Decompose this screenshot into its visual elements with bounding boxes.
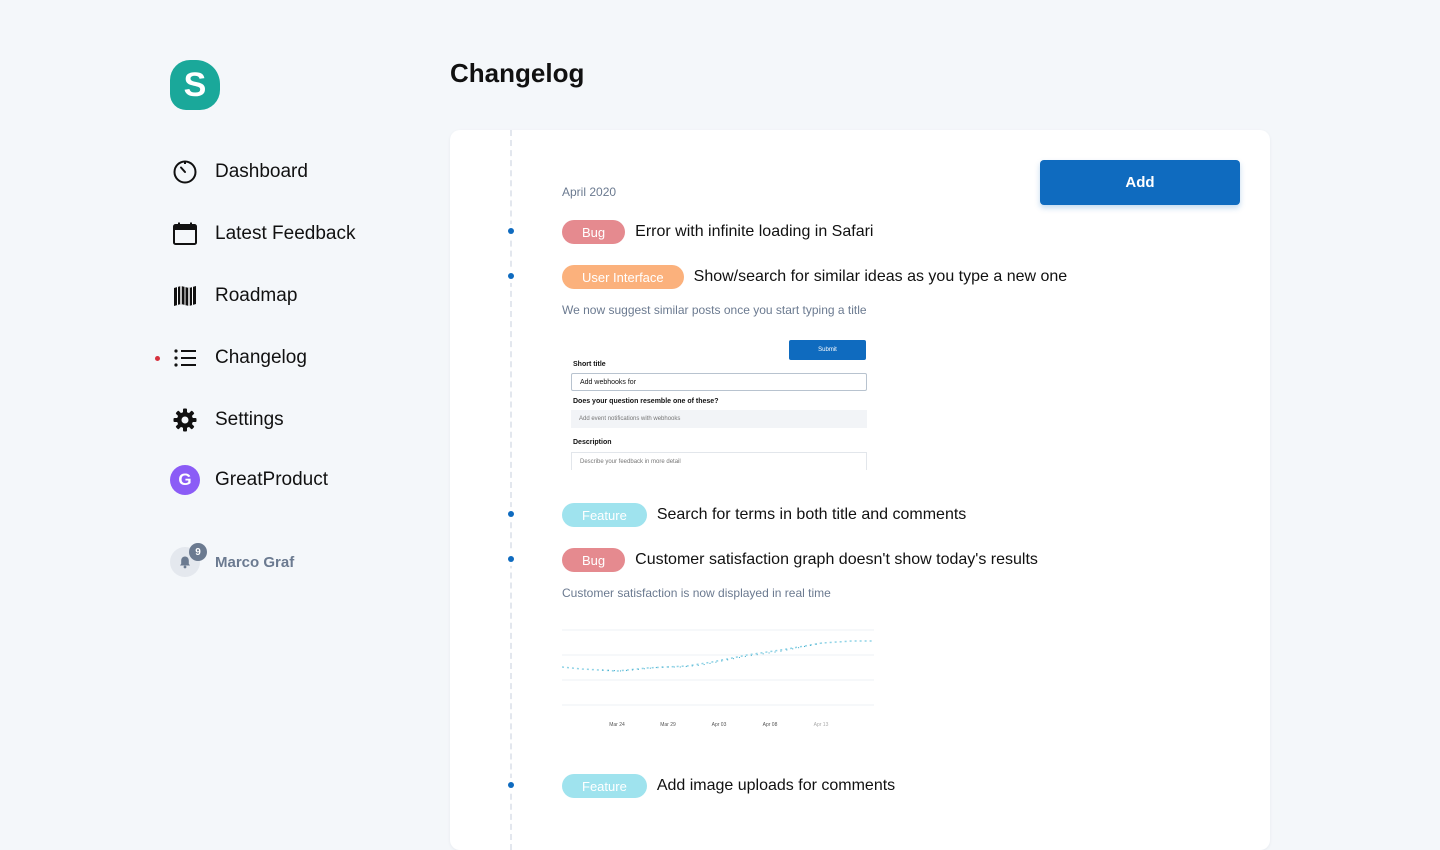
entry-title: Show/search for similar ideas as you typ… bbox=[693, 268, 1068, 285]
timeline-dot bbox=[508, 556, 514, 562]
sidebar-item-label: Latest Feedback bbox=[215, 223, 356, 244]
changelog-entry[interactable]: Feature Add image uploads for comments bbox=[562, 773, 895, 799]
sidebar-item-latest-feedback[interactable]: Latest Feedback bbox=[170, 219, 355, 249]
sidebar-item-label: Settings bbox=[215, 409, 284, 430]
chart-x-label: Apr 13 bbox=[814, 722, 829, 728]
entry-title: Search for terms in both title and comme… bbox=[656, 506, 967, 523]
calendar-icon bbox=[170, 219, 200, 249]
entry-title: Error with infinite loading in Safari bbox=[635, 223, 874, 240]
month-heading: April 2020 bbox=[562, 185, 617, 199]
tag-badge: User Interface bbox=[562, 265, 684, 289]
changelog-entry[interactable]: Bug Customer satisfaction graph doesn't … bbox=[562, 547, 1038, 573]
entry-chart-screenshot: Mar 24 Mar 29 Apr 03 Apr 08 Apr 13 bbox=[562, 629, 874, 728]
preview-input-value: Add webhooks for bbox=[580, 378, 637, 386]
user-menu[interactable]: 9 Marco Graf bbox=[170, 543, 295, 577]
entry-title: Add image uploads for comments bbox=[656, 777, 896, 794]
entry-description: We now suggest similar posts once you st… bbox=[562, 303, 867, 317]
sidebar-item-dashboard[interactable]: Dashboard bbox=[170, 157, 308, 187]
tag-badge: Bug bbox=[562, 548, 626, 572]
product-name: GreatProduct bbox=[215, 469, 328, 490]
sidebar-item-settings[interactable]: Settings bbox=[170, 405, 284, 435]
entry-description: Customer satisfaction is now displayed i… bbox=[562, 586, 831, 600]
timeline-line bbox=[510, 130, 512, 850]
list-icon bbox=[170, 343, 200, 373]
entry-screenshot: Submit Short title Add webhooks for Does… bbox=[562, 335, 874, 470]
chart-x-label: Mar 29 bbox=[660, 722, 676, 728]
sidebar-item-label: Changelog bbox=[215, 347, 307, 368]
changelog-entry[interactable]: User Interface Show/search for similar i… bbox=[562, 264, 1067, 290]
chart-x-label: Mar 24 bbox=[609, 722, 625, 728]
sidebar-item-label: Dashboard bbox=[215, 161, 308, 182]
logo-letter: S bbox=[183, 66, 207, 104]
timeline-dot bbox=[508, 228, 514, 234]
changelog-entry[interactable]: Feature Search for terms in both title a… bbox=[562, 502, 966, 528]
timeline-dot bbox=[508, 511, 514, 517]
notification-count-badge: 9 bbox=[189, 543, 207, 561]
preview-description-label: Description bbox=[573, 439, 612, 446]
changelog-entry[interactable]: Bug Error with infinite loading in Safar… bbox=[562, 219, 873, 245]
timer-icon bbox=[170, 157, 200, 187]
gear-icon bbox=[170, 405, 200, 435]
page-title: Changelog bbox=[450, 58, 585, 88]
add-button[interactable]: Add bbox=[1040, 160, 1240, 205]
sidebar-item-label: Roadmap bbox=[215, 285, 298, 306]
preview-description-field: Describe your feedback in more detail bbox=[571, 452, 867, 470]
chart-x-label: Apr 08 bbox=[763, 722, 778, 728]
timeline-dot bbox=[508, 273, 514, 279]
preview-short-title-label: Short title bbox=[573, 361, 606, 368]
app-logo[interactable]: S bbox=[170, 60, 220, 110]
preview-short-title-input: Add webhooks for bbox=[571, 373, 867, 391]
map-icon bbox=[170, 281, 200, 311]
sidebar-item-roadmap[interactable]: Roadmap bbox=[170, 281, 297, 311]
preview-suggestion: Add event notifications with webhooks bbox=[571, 410, 867, 428]
tag-badge: Feature bbox=[562, 503, 647, 527]
chart-x-label: Apr 03 bbox=[712, 722, 727, 728]
preview-resemble-label: Does your question resemble one of these… bbox=[573, 398, 719, 405]
tag-badge: Feature bbox=[562, 774, 647, 798]
tag-badge: Bug bbox=[562, 220, 626, 244]
timeline-dot bbox=[508, 782, 514, 788]
user-name: Marco Graf bbox=[215, 553, 295, 571]
active-indicator bbox=[155, 356, 160, 361]
sidebar-item-changelog[interactable]: Changelog bbox=[170, 343, 307, 373]
entry-title: Customer satisfaction graph doesn't show… bbox=[635, 551, 1038, 568]
product-switcher[interactable]: G GreatProduct bbox=[170, 465, 328, 495]
preview-submit-button: Submit bbox=[789, 340, 866, 360]
product-avatar: G bbox=[170, 465, 200, 495]
notifications-button[interactable]: 9 bbox=[170, 543, 207, 577]
changelog-card: Add April 2020 Bug Error with infinite l… bbox=[450, 130, 1270, 850]
